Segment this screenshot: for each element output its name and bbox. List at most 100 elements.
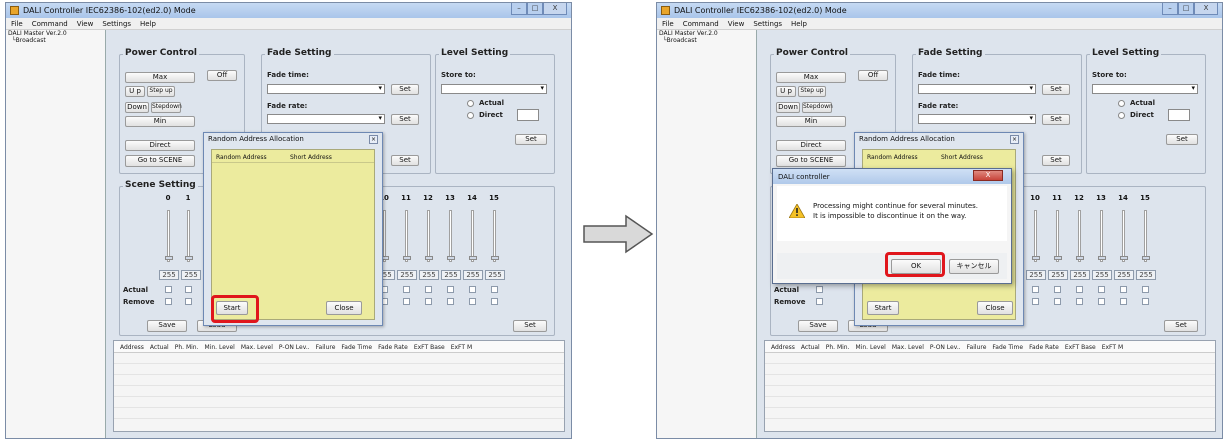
scene-slider[interactable] — [1144, 210, 1147, 262]
col-header[interactable]: ExFT Base — [408, 341, 445, 351]
remove-checkbox[interactable] — [185, 298, 192, 305]
col-header[interactable]: Ph. Min. — [169, 341, 199, 351]
col-header[interactable]: Actual — [795, 341, 820, 351]
col-header[interactable]: Fade Rate — [1023, 341, 1059, 351]
scene-value[interactable]: 255 — [1136, 270, 1156, 280]
actual-checkbox[interactable] — [469, 286, 476, 293]
menu-settings[interactable]: Settings — [97, 18, 135, 28]
max-button[interactable]: Max — [125, 72, 195, 83]
tree-broadcast[interactable]: └Broadcast — [657, 37, 756, 44]
tree-root[interactable]: DALI Master Ver.2.0 — [6, 30, 105, 37]
col-header[interactable]: Address — [765, 341, 795, 351]
col-header[interactable]: Failure — [961, 341, 987, 351]
level-set-button[interactable]: Set — [515, 134, 547, 145]
step-up-button[interactable]: Step up — [147, 86, 175, 97]
actual-checkbox[interactable] — [1142, 286, 1149, 293]
remove-checkbox[interactable] — [1098, 298, 1105, 305]
fade-time-set-button[interactable]: Set — [1042, 84, 1070, 95]
remove-checkbox[interactable] — [1054, 298, 1061, 305]
scene-set-button[interactable]: Set — [1164, 320, 1198, 332]
actual-radio[interactable] — [1118, 100, 1125, 107]
close-window-button[interactable]: X — [543, 3, 567, 15]
fade-rate-set-button[interactable]: Set — [1042, 114, 1070, 125]
go-to-scene-button[interactable]: Go to SCENE — [776, 155, 846, 167]
remove-checkbox[interactable] — [469, 298, 476, 305]
max-button[interactable]: Max — [776, 72, 846, 83]
scene-slider-thumb[interactable] — [1032, 256, 1040, 260]
actual-checkbox[interactable] — [1054, 286, 1061, 293]
scene-slider-thumb[interactable] — [469, 256, 477, 260]
scene-slider[interactable] — [383, 210, 386, 262]
fade-rate-set-button[interactable]: Set — [391, 114, 419, 125]
scene-set-button[interactable]: Set — [513, 320, 547, 332]
direct-radio[interactable] — [1118, 112, 1125, 119]
actual-checkbox[interactable] — [1032, 286, 1039, 293]
up-button[interactable]: U p — [776, 86, 796, 97]
col-header[interactable]: Actual — [144, 341, 169, 351]
scene-slider[interactable] — [471, 210, 474, 262]
table-row[interactable] — [765, 408, 1215, 419]
scene-slider[interactable] — [1034, 210, 1037, 262]
actual-checkbox[interactable] — [425, 286, 432, 293]
dialog-close-button[interactable]: Close — [326, 301, 362, 315]
fade-time-set-button[interactable]: Set — [391, 84, 419, 95]
scene-slider-thumb[interactable] — [491, 256, 499, 260]
off-button[interactable]: Off — [207, 70, 237, 81]
down-button[interactable]: Down — [125, 102, 149, 113]
scene-slider-thumb[interactable] — [1142, 256, 1150, 260]
go-to-scene-button[interactable]: Go to SCENE — [125, 155, 195, 167]
actual-checkbox[interactable] — [1120, 286, 1127, 293]
fade-time-select[interactable] — [918, 84, 1036, 94]
remove-checkbox[interactable] — [447, 298, 454, 305]
menu-file[interactable]: File — [6, 18, 27, 28]
scene-slider[interactable] — [167, 210, 170, 262]
minimize-button[interactable]: – — [1162, 3, 1178, 15]
col-header[interactable]: P-ON Lev.. — [273, 341, 310, 351]
cancel-button[interactable]: キャンセル — [949, 259, 999, 274]
direct-level-input[interactable] — [1168, 109, 1190, 121]
col-header[interactable]: Fade Time — [335, 341, 372, 351]
scene-slider[interactable] — [427, 210, 430, 262]
remove-checkbox[interactable] — [1032, 298, 1039, 305]
scene-value[interactable]: 255 — [397, 270, 417, 280]
col-header[interactable]: P-ON Lev.. — [924, 341, 961, 351]
col-header[interactable]: ExFT M — [445, 341, 472, 351]
scene-value[interactable]: 255 — [159, 270, 179, 280]
step-up-button[interactable]: Step up — [798, 86, 826, 97]
table-row[interactable] — [765, 386, 1215, 397]
scene-slider-thumb[interactable] — [1054, 256, 1062, 260]
actual-checkbox[interactable] — [185, 286, 192, 293]
scene-save-button[interactable]: Save — [147, 320, 187, 332]
menu-settings[interactable]: Settings — [748, 18, 786, 28]
actual-checkbox[interactable] — [1098, 286, 1105, 293]
table-row[interactable] — [765, 353, 1215, 364]
dialog-close-icon[interactable]: × — [369, 135, 378, 144]
fade-set-button-2[interactable]: Set — [1042, 155, 1070, 166]
table-row[interactable] — [114, 397, 564, 408]
remove-checkbox[interactable] — [816, 298, 823, 305]
direct-radio[interactable] — [467, 112, 474, 119]
remove-checkbox[interactable] — [165, 298, 172, 305]
remove-checkbox[interactable] — [1142, 298, 1149, 305]
min-button[interactable]: Min — [125, 116, 195, 127]
off-button[interactable]: Off — [858, 70, 888, 81]
scene-slider-thumb[interactable] — [425, 256, 433, 260]
level-set-button[interactable]: Set — [1166, 134, 1198, 145]
col-header[interactable]: ExFT M — [1096, 341, 1123, 351]
scene-slider[interactable] — [449, 210, 452, 262]
fade-rate-select[interactable] — [267, 114, 385, 124]
store-to-select[interactable] — [441, 84, 547, 94]
table-row[interactable] — [765, 397, 1215, 408]
menu-help[interactable]: Help — [786, 18, 811, 28]
tree-broadcast[interactable]: └Broadcast — [6, 37, 105, 44]
actual-checkbox[interactable] — [491, 286, 498, 293]
menu-file[interactable]: File — [657, 18, 678, 28]
scene-slider-thumb[interactable] — [447, 256, 455, 260]
fade-time-select[interactable] — [267, 84, 385, 94]
menu-command[interactable]: Command — [678, 18, 723, 28]
actual-checkbox[interactable] — [1076, 286, 1083, 293]
col-header[interactable]: Ph. Min. — [820, 341, 850, 351]
scene-slider-thumb[interactable] — [165, 256, 173, 260]
scene-slider-thumb[interactable] — [1076, 256, 1084, 260]
device-table[interactable]: Address Actual Ph. Min. Min. Level Max. Leve… — [113, 340, 565, 432]
